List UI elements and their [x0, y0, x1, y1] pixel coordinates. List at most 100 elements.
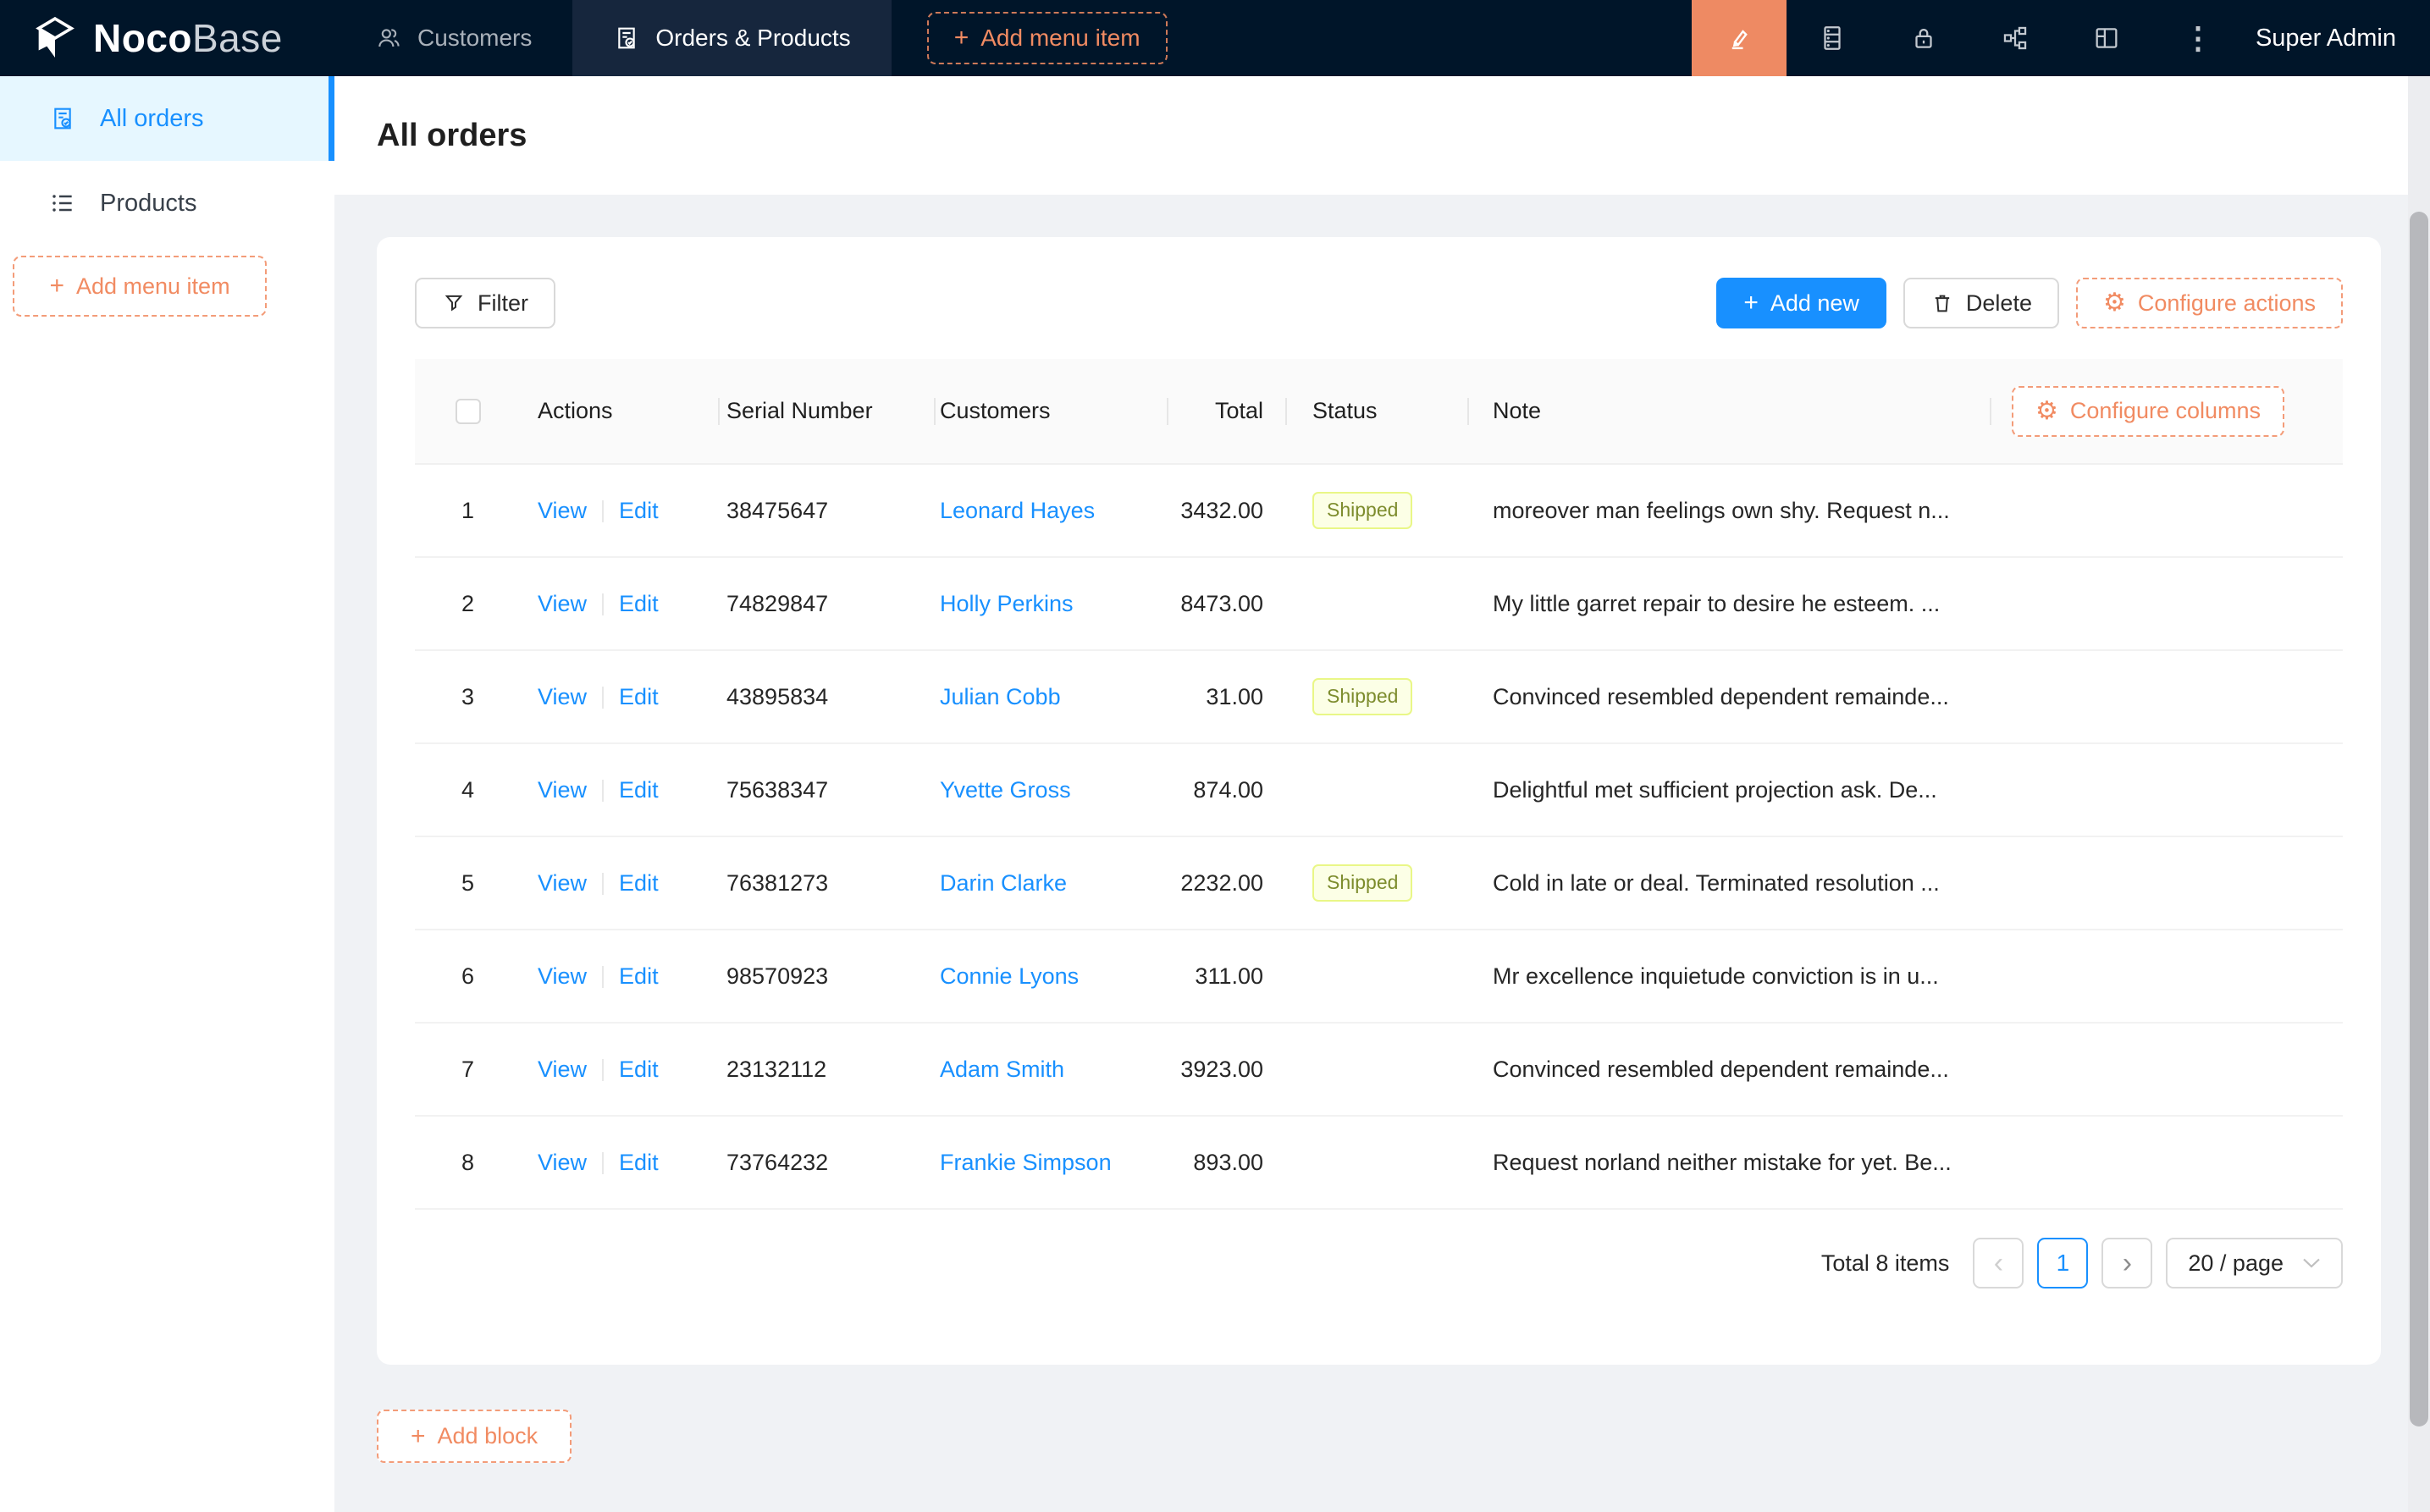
orders-table: Actions Serial Number Customers Total St…: [415, 359, 2343, 1210]
header-spacer: [1168, 0, 1692, 76]
configure-actions-button[interactable]: ⚙ Configure actions: [2076, 278, 2343, 328]
permissions-button[interactable]: [1878, 0, 1969, 76]
customer-link[interactable]: Leonard Hayes: [940, 498, 1095, 523]
edit-link[interactable]: Edit: [619, 963, 659, 989]
row-trailing-cell: [1991, 464, 2343, 557]
row-index: 5: [461, 870, 474, 896]
order-doc-icon: [613, 25, 640, 52]
pagination-prev-button[interactable]: ‹: [1973, 1238, 2024, 1289]
page-size-value: 20 / page: [2188, 1250, 2284, 1277]
status-cell: [1287, 743, 1469, 836]
actions-divider: [602, 873, 604, 895]
plus-icon: +: [411, 1424, 426, 1449]
edit-link[interactable]: Edit: [619, 684, 659, 709]
total-cell: 3432.00: [1168, 464, 1287, 557]
customer-cell: Frankie Simpson: [936, 1116, 1168, 1209]
note-cell: Delightful met sufficient projection ask…: [1469, 743, 1991, 836]
actions-divider: [602, 1152, 604, 1174]
serial-number-cell: 75638347: [720, 743, 936, 836]
view-link[interactable]: View: [538, 1057, 587, 1082]
scrollbar-thumb[interactable]: [2410, 212, 2428, 1426]
chevron-down-icon: [2302, 1257, 2321, 1269]
select-all-checkbox[interactable]: [456, 399, 481, 424]
customer-link[interactable]: Frankie Simpson: [940, 1150, 1112, 1175]
configure-columns-cell: ⚙ Configure columns: [1991, 359, 2343, 464]
view-link[interactable]: View: [538, 870, 587, 896]
table-body: 1 ViewEdit 38475647 Leonard Hayes 3432.0…: [415, 464, 2343, 1209]
trash-icon: [1930, 291, 1954, 315]
customer-cell: Leonard Hayes: [936, 464, 1168, 557]
tab-orders-products[interactable]: Orders & Products: [572, 0, 891, 76]
view-link[interactable]: View: [538, 777, 587, 803]
row-index: 3: [461, 684, 474, 709]
sidebar-item-all-orders[interactable]: All orders: [0, 76, 334, 161]
delete-label: Delete: [1966, 290, 2032, 317]
column-header-total: Total: [1168, 359, 1287, 464]
filter-label: Filter: [478, 290, 528, 317]
column-header-status: Status: [1287, 359, 1469, 464]
pagination-page-1[interactable]: 1: [2037, 1238, 2088, 1289]
edit-link[interactable]: Edit: [619, 1150, 659, 1175]
customer-link[interactable]: Julian Cobb: [940, 684, 1061, 709]
header-add-menu-item-button[interactable]: + Add menu item: [927, 12, 1168, 64]
add-block-button[interactable]: + Add block: [377, 1410, 572, 1463]
more-menu-button[interactable]: ⋮: [2152, 0, 2244, 76]
add-new-button[interactable]: + Add new: [1716, 278, 1886, 328]
user-menu[interactable]: Super Admin: [2256, 25, 2396, 52]
brand-bold: Noco: [93, 16, 192, 60]
pagination-total: Total 8 items: [1821, 1250, 1950, 1277]
ui-editor-toggle-button[interactable]: [1692, 0, 1787, 76]
status-cell: Shipped: [1287, 836, 1469, 930]
edit-link[interactable]: Edit: [619, 1057, 659, 1082]
customer-link[interactable]: Holly Perkins: [940, 591, 1074, 616]
nocobase-logo[interactable]: NocoBase: [0, 0, 334, 76]
row-actions-cell: View Edit: [521, 557, 720, 650]
note-cell: Mr excellence inquietude conviction is i…: [1469, 930, 1991, 1023]
edit-link[interactable]: Edit: [619, 591, 659, 616]
row-index: 6: [461, 963, 474, 989]
table-row: 5 ViewEdit 76381273 Darin Clarke 2232.00…: [415, 836, 2343, 930]
status-cell: Shipped: [1287, 464, 1469, 557]
sidebar-item-products[interactable]: Products: [0, 161, 334, 246]
filter-button[interactable]: Filter: [415, 278, 555, 328]
total-cell: 3923.00: [1168, 1023, 1287, 1116]
row-actions-cell: View Edit: [521, 464, 720, 557]
page-size-select[interactable]: 20 / page: [2166, 1238, 2343, 1289]
plus-icon: +: [49, 273, 64, 299]
pagination: Total 8 items ‹ 1 › 20 / page: [415, 1238, 2343, 1289]
view-link[interactable]: View: [538, 963, 587, 989]
pagination-next-button[interactable]: ›: [2101, 1238, 2152, 1289]
view-link[interactable]: View: [538, 684, 587, 709]
chevron-right-icon: ›: [2123, 1249, 2132, 1277]
view-link[interactable]: View: [538, 498, 587, 523]
row-trailing-cell: [1991, 743, 2343, 836]
sidebar-add-menu-item-button[interactable]: + Add menu item: [13, 256, 267, 317]
layout-button[interactable]: [2061, 0, 2152, 76]
view-link[interactable]: View: [538, 1150, 587, 1175]
actions-divider: [602, 500, 604, 522]
highlighter-icon: [1725, 24, 1753, 52]
plus-icon: +: [1743, 290, 1759, 316]
delete-button[interactable]: Delete: [1903, 278, 2059, 328]
edit-link[interactable]: Edit: [619, 870, 659, 896]
tab-customers-label: Customers: [417, 25, 532, 52]
note-cell: Cold in late or deal. Terminated resolut…: [1469, 836, 1991, 930]
configure-columns-button[interactable]: ⚙ Configure columns: [2012, 386, 2284, 437]
customer-link[interactable]: Connie Lyons: [940, 963, 1079, 989]
database-button[interactable]: [1787, 0, 1878, 76]
customer-link[interactable]: Yvette Gross: [940, 777, 1071, 803]
total-cell: 2232.00: [1168, 836, 1287, 930]
table-row: 6 ViewEdit 98570923 Connie Lyons 311.00 …: [415, 930, 2343, 1023]
view-link[interactable]: View: [538, 591, 587, 616]
workflow-button[interactable]: [1969, 0, 2061, 76]
customer-link[interactable]: Darin Clarke: [940, 870, 1067, 896]
more-icon: ⋮: [2183, 20, 2213, 56]
table-row: 8 ViewEdit 73764232 Frankie Simpson 893.…: [415, 1116, 2343, 1209]
edit-link[interactable]: Edit: [619, 498, 659, 523]
brand-light: Base: [192, 16, 283, 60]
tab-customers[interactable]: Customers: [334, 0, 572, 76]
customer-link[interactable]: Adam Smith: [940, 1057, 1064, 1082]
edit-link[interactable]: Edit: [619, 777, 659, 803]
customer-cell: Adam Smith: [936, 1023, 1168, 1116]
row-index: 2: [461, 591, 474, 616]
